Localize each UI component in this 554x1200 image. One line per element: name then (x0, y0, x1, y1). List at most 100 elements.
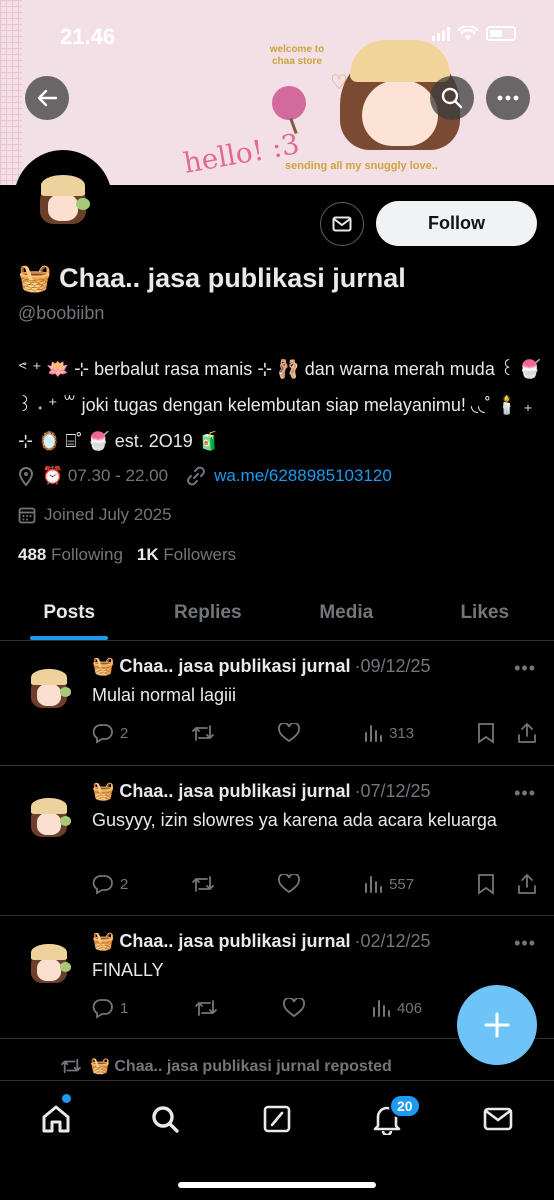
repost-button[interactable] (194, 998, 218, 1018)
signal-icon (432, 26, 450, 41)
nav-grok[interactable] (257, 1099, 297, 1139)
back-button[interactable] (25, 76, 69, 120)
post-avatar[interactable] (27, 795, 71, 839)
mail-icon (332, 216, 352, 232)
views-count: 557 (389, 875, 415, 893)
bookmark-icon[interactable] (477, 722, 495, 744)
post-item[interactable]: 🧺 Chaa.. jasa publikasi jurnal ·09/12/25… (0, 642, 554, 766)
views-button[interactable]: 313 (363, 723, 414, 743)
bookmark-icon[interactable] (477, 873, 495, 895)
profile-bio: ᕝ ⁺ 🪷 ⊹ berbalut rasa manis ⊹ 🩰 dan warn… (18, 359, 542, 451)
heart-icon (278, 874, 301, 894)
repost-icon (192, 876, 215, 892)
joined-date: Joined July 2025 (18, 505, 172, 525)
post-text: FINALLY (92, 960, 164, 980)
reply-count: 1 (120, 999, 129, 1017)
post-avatar[interactable] (27, 941, 71, 985)
arrow-left-icon (37, 89, 58, 107)
profile-link[interactable]: wa.me/6288985103120 (214, 466, 392, 486)
reply-icon (92, 999, 113, 1019)
tab-replies[interactable]: Replies (139, 585, 278, 640)
plus-icon (484, 1012, 510, 1038)
nav-home[interactable] (36, 1099, 76, 1139)
status-time: 21.46 (60, 24, 116, 49)
views-icon (372, 1000, 390, 1017)
post-date: ·02/12/25 (354, 931, 431, 951)
followers-link[interactable]: 1K Followers (137, 545, 236, 565)
banner-welcome-text: welcome to chaa store (269, 44, 325, 67)
nav-messages[interactable] (478, 1099, 518, 1139)
reply-button[interactable]: 2 (92, 873, 128, 895)
profile-hours: ⏰ 07.30 - 22.00 (42, 466, 169, 485)
post-actions: 2 313 (92, 722, 537, 744)
tab-media[interactable]: Media (277, 585, 416, 640)
grok-icon (263, 1105, 291, 1133)
views-button[interactable]: 406 (371, 998, 422, 1018)
share-icon[interactable] (517, 873, 537, 895)
heart-icon (283, 998, 306, 1018)
views-count: 313 (389, 724, 415, 742)
tab-likes[interactable]: Likes (416, 585, 554, 640)
following-count: 488 (18, 545, 47, 564)
share-icon[interactable] (517, 722, 537, 744)
joined-text: Joined July 2025 (44, 505, 172, 524)
mail-icon (483, 1107, 513, 1131)
views-button[interactable]: 557 (363, 874, 414, 894)
reply-icon (92, 875, 113, 895)
repost-icon (192, 725, 215, 741)
banner-pattern (0, 0, 22, 185)
repost-indicator: 🧺 Chaa.. jasa publikasi jurnal reposted (60, 1056, 392, 1076)
post-header: 🧺 Chaa.. jasa publikasi jurnal ·02/12/25 (92, 931, 431, 952)
views-icon (365, 876, 383, 893)
profile-tabs: Posts Replies Media Likes (0, 585, 554, 641)
repost-button[interactable] (191, 874, 215, 894)
reply-count: 2 (120, 875, 129, 893)
home-indicator (178, 1182, 376, 1188)
search-icon (152, 1106, 179, 1133)
post-author[interactable]: 🧺 Chaa.. jasa publikasi jurnal (92, 656, 351, 677)
repost-icon (194, 1000, 217, 1016)
post-actions: 2 557 (92, 873, 537, 895)
like-button[interactable] (283, 998, 306, 1018)
link-icon (187, 466, 205, 486)
message-button[interactable] (320, 202, 364, 246)
like-button[interactable] (278, 723, 301, 743)
repost-button[interactable] (191, 723, 215, 743)
post-item[interactable]: 🧺 Chaa.. jasa publikasi jurnal ·07/12/25… (0, 767, 554, 916)
profile-meta: ⏰ 07.30 - 22.00 wa.me/6288985103120 (18, 466, 392, 486)
post-date: ·07/12/25 (354, 781, 431, 801)
repost-icon (61, 1058, 81, 1074)
profile-avatar[interactable] (14, 150, 112, 248)
post-author[interactable]: 🧺 Chaa.. jasa publikasi jurnal (92, 931, 351, 952)
search-icon (441, 87, 463, 109)
lollipop-illustration (272, 86, 306, 120)
post-more-icon[interactable]: ••• (514, 933, 536, 954)
profile-name: 🧺 Chaa.. jasa publikasi jurnal (18, 263, 406, 293)
post-more-icon[interactable]: ••• (514, 658, 536, 679)
views-icon (365, 725, 383, 742)
reply-button[interactable]: 2 (92, 722, 128, 744)
profile-handle: @boobiibn (18, 303, 105, 323)
tab-posts[interactable]: Posts (0, 585, 139, 640)
compose-button[interactable] (457, 985, 537, 1065)
post-text: Gusyyy, izin slowres ya karena ada acara… (92, 810, 497, 830)
post-header: 🧺 Chaa.. jasa publikasi jurnal ·09/12/25 (92, 656, 431, 677)
repost-indicator-text: 🧺 Chaa.. jasa publikasi jurnal reposted (90, 1058, 392, 1075)
reply-button[interactable]: 1 (92, 997, 128, 1019)
more-options-button[interactable] (486, 76, 530, 120)
followers-label: Followers (163, 545, 237, 564)
following-link[interactable]: 488 Following (18, 545, 123, 565)
post-header: 🧺 Chaa.. jasa publikasi jurnal ·07/12/25 (92, 781, 431, 802)
post-avatar[interactable] (27, 666, 71, 710)
heart-icon (278, 723, 301, 743)
post-date: ·09/12/25 (354, 656, 431, 676)
post-more-icon[interactable]: ••• (514, 783, 536, 804)
search-button[interactable] (430, 76, 474, 120)
banner-hello-text: hello! :3 (181, 127, 302, 180)
nav-search[interactable] (145, 1099, 185, 1139)
post-text: Mulai normal lagiii (92, 685, 237, 705)
like-button[interactable] (278, 874, 301, 894)
follow-button[interactable]: Follow (376, 201, 537, 246)
post-author[interactable]: 🧺 Chaa.. jasa publikasi jurnal (92, 781, 351, 802)
post-actions: 1 406 (92, 997, 422, 1019)
